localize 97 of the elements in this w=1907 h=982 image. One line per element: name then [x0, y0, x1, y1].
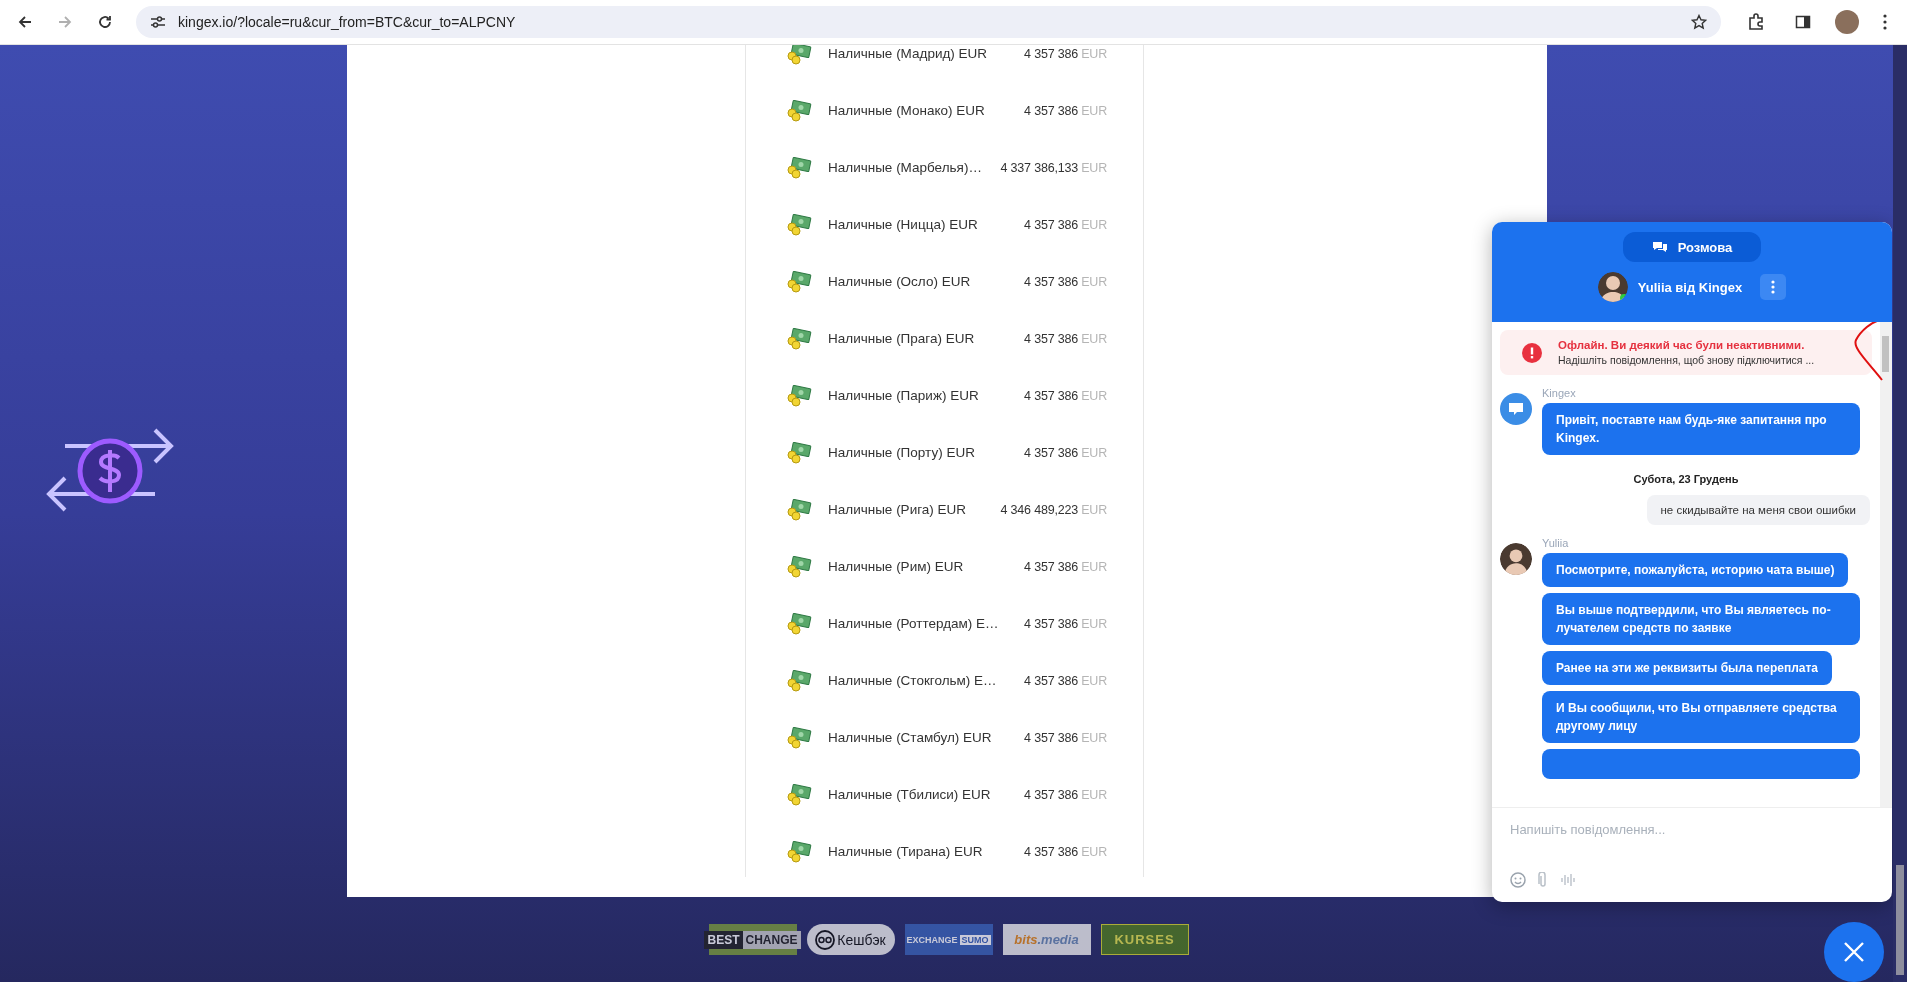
cash-icon	[786, 726, 812, 749]
sender-name: Kingex	[1542, 387, 1576, 399]
currency-name: Наличные (Тирана) EUR	[828, 844, 983, 859]
currency-name: Наличные (Роттердам) E…	[828, 616, 999, 631]
cash-icon	[786, 270, 812, 293]
currency-row[interactable]: Наличные (Тирана) EUR 4 357 386 EUR	[746, 823, 1143, 880]
message-bubble: не скидывайте на меня свои ошибки	[1646, 495, 1870, 525]
currency-name: Наличные (Прага) EUR	[828, 331, 975, 346]
reload-icon[interactable]	[97, 14, 113, 30]
currency-amount: 4 357 386 EUR	[1023, 102, 1107, 120]
close-icon[interactable]	[1843, 941, 1865, 963]
address-bar[interactable]: kingex.io/?locale=ru&cur_from=BTC&cur_to=ALPCNY	[136, 6, 1721, 38]
agent-name: Yuliia від Kingex	[1637, 279, 1743, 295]
currency-amount: 4 357 386 EUR	[1023, 387, 1107, 405]
bookmark-star-icon[interactable]	[1691, 14, 1707, 30]
cash-icon	[786, 441, 812, 464]
extensions-icon[interactable]	[1747, 13, 1765, 31]
currency-row[interactable]: Наличные (Рим) EUR 4 357 386 EUR	[746, 538, 1143, 595]
paperclip-icon[interactable]	[1538, 872, 1548, 888]
cash-icon	[786, 555, 812, 578]
emoji-icon[interactable]	[1510, 872, 1526, 888]
agent-avatar	[1597, 272, 1628, 302]
currency-amount: 4 357 386 EUR	[1023, 615, 1107, 633]
currency-amount: 4 357 386 EUR	[1023, 729, 1107, 747]
currency-name: Наличные (Тбилиси) EUR	[828, 787, 991, 802]
currency-row[interactable]: Наличные (Стамбул) EUR 4 357 386 EUR	[746, 709, 1143, 766]
glasses-icon	[815, 929, 836, 950]
menu-icon[interactable]	[1883, 14, 1887, 30]
currency-row[interactable]: Наличные (Осло) EUR 4 357 386 EUR	[746, 253, 1143, 310]
currency-amount: 4 357 386 EUR	[1023, 843, 1107, 861]
cash-icon	[786, 99, 812, 122]
cash-icon	[786, 213, 812, 236]
currency-amount: 4 357 386 EUR	[1023, 45, 1107, 63]
partner-logo[interactable]: Кешбэк	[806, 924, 895, 955]
message-bubble: Посмотрите, пожалуйста, историю чата выше)	[1542, 553, 1849, 587]
cash-icon	[786, 384, 812, 407]
currency-amount: 4 357 386 EUR	[1023, 273, 1107, 291]
message-bubble: Привіт, поставте нам будь-яке запитання про Kingex.	[1542, 403, 1860, 455]
currency-row[interactable]: Наличные (Прага) EUR 4 357 386 EUR	[746, 310, 1143, 367]
partner-logo[interactable]: EXCHANGE SUMO	[904, 924, 993, 955]
notice-title: Офлайн. Ви деякий час були неактивними.	[1558, 339, 1806, 351]
currency-name: Наличные (Осло) EUR	[828, 274, 971, 289]
bot-avatar-icon	[1500, 393, 1532, 425]
currency-name: Наличные (Мадрид) EUR	[828, 46, 988, 61]
currency-amount: 4 357 386 EUR	[1023, 444, 1107, 462]
chat-bubbles-icon	[1651, 240, 1668, 254]
cash-icon	[786, 498, 812, 521]
notice-text: Надішліть повідомлення, щоб знову підключитися ...	[1558, 354, 1815, 366]
currency-amount: 4 357 386 EUR	[1023, 786, 1107, 804]
currency-name: Наличные (Париж) EUR	[828, 388, 979, 403]
currency-amount: 4 357 386 EUR	[1023, 672, 1107, 690]
chat-scrollbar[interactable]	[1880, 322, 1892, 807]
currency-name: Наличные (Стокгольм) E…	[828, 673, 997, 688]
cash-icon	[786, 327, 812, 350]
currency-row[interactable]: Наличные (Порту) EUR 4 357 386 EUR	[746, 424, 1143, 481]
currency-row[interactable]: Наличные (Ницца) EUR 4 357 386 EUR	[746, 196, 1143, 253]
close-chat-button[interactable]	[1824, 922, 1884, 982]
currency-row[interactable]: Наличные (Тбилиси) EUR 4 357 386 EUR	[746, 766, 1143, 823]
currency-row[interactable]: Наличные (Марбелья)… 4 337 386,133 EUR	[746, 139, 1143, 196]
currency-amount: 4 346 489,223 EUR	[999, 501, 1107, 519]
currency-name: Наличные (Стамбул) EUR	[828, 730, 992, 745]
back-arrow-icon[interactable]	[17, 14, 33, 30]
date-divider: Субота, 23 Грудень	[1632, 473, 1740, 485]
message-bubble: И Вы сообщили, что Вы отправляете средства другому лицу	[1542, 691, 1860, 743]
currency-amount: 4 357 386 EUR	[1023, 330, 1107, 348]
currency-row[interactable]: Наличные (Рига) EUR 4 346 489,223 EUR	[746, 481, 1143, 538]
kebab-menu-icon	[1771, 280, 1776, 294]
currency-name: Наличные (Рига) EUR	[828, 502, 967, 517]
currency-row[interactable]: Наличные (Роттердам) E… 4 357 386 EUR	[746, 595, 1143, 652]
currency-row[interactable]: Наличные (Монако) EUR 4 357 386 EUR	[746, 82, 1143, 139]
currency-name: Наличные (Монако) EUR	[828, 103, 985, 118]
currency-amount: 4 357 386 EUR	[1023, 558, 1107, 576]
side-panel-icon[interactable]	[1795, 14, 1811, 30]
currency-name: Наличные (Порту) EUR	[828, 445, 975, 460]
currency-name: Наличные (Ницца) EUR	[828, 217, 978, 232]
currency-name: Наличные (Марбелья)…	[828, 160, 982, 175]
conversation-tab[interactable]: Розмова	[1623, 232, 1761, 262]
profile-avatar[interactable]	[1835, 10, 1859, 34]
currency-row[interactable]: Наличные (Париж) EUR 4 357 386 EUR	[746, 367, 1143, 424]
sender-name: Yuliia	[1542, 537, 1569, 549]
page-scrollbar[interactable]	[1893, 45, 1907, 982]
currency-name: Наличные (Рим) EUR	[828, 559, 964, 574]
currency-row[interactable]: Наличные (Мадрид) EUR 4 357 386 EUR	[746, 45, 1143, 82]
currency-row[interactable]: Наличные (Стокгольм) E… 4 357 386 EUR	[746, 652, 1143, 709]
cash-icon	[786, 156, 812, 179]
cash-icon	[786, 840, 812, 863]
currency-amount: 4 337 386,133 EUR	[999, 159, 1107, 177]
agent-avatar	[1500, 543, 1532, 575]
alert-icon	[1522, 342, 1542, 363]
site-settings-icon[interactable]	[150, 15, 166, 29]
cash-icon	[786, 669, 812, 692]
cash-icon	[786, 612, 812, 635]
cash-icon	[786, 45, 812, 65]
currency-amount: 4 357 386 EUR	[1023, 216, 1107, 234]
message-bubble: Вы выше подтвердили, что Вы являетесь по-лучателем средств по заявке	[1542, 593, 1860, 645]
message-bubble: Ранее на эти же реквизиты была переплата	[1542, 651, 1832, 685]
cash-icon	[786, 783, 812, 806]
